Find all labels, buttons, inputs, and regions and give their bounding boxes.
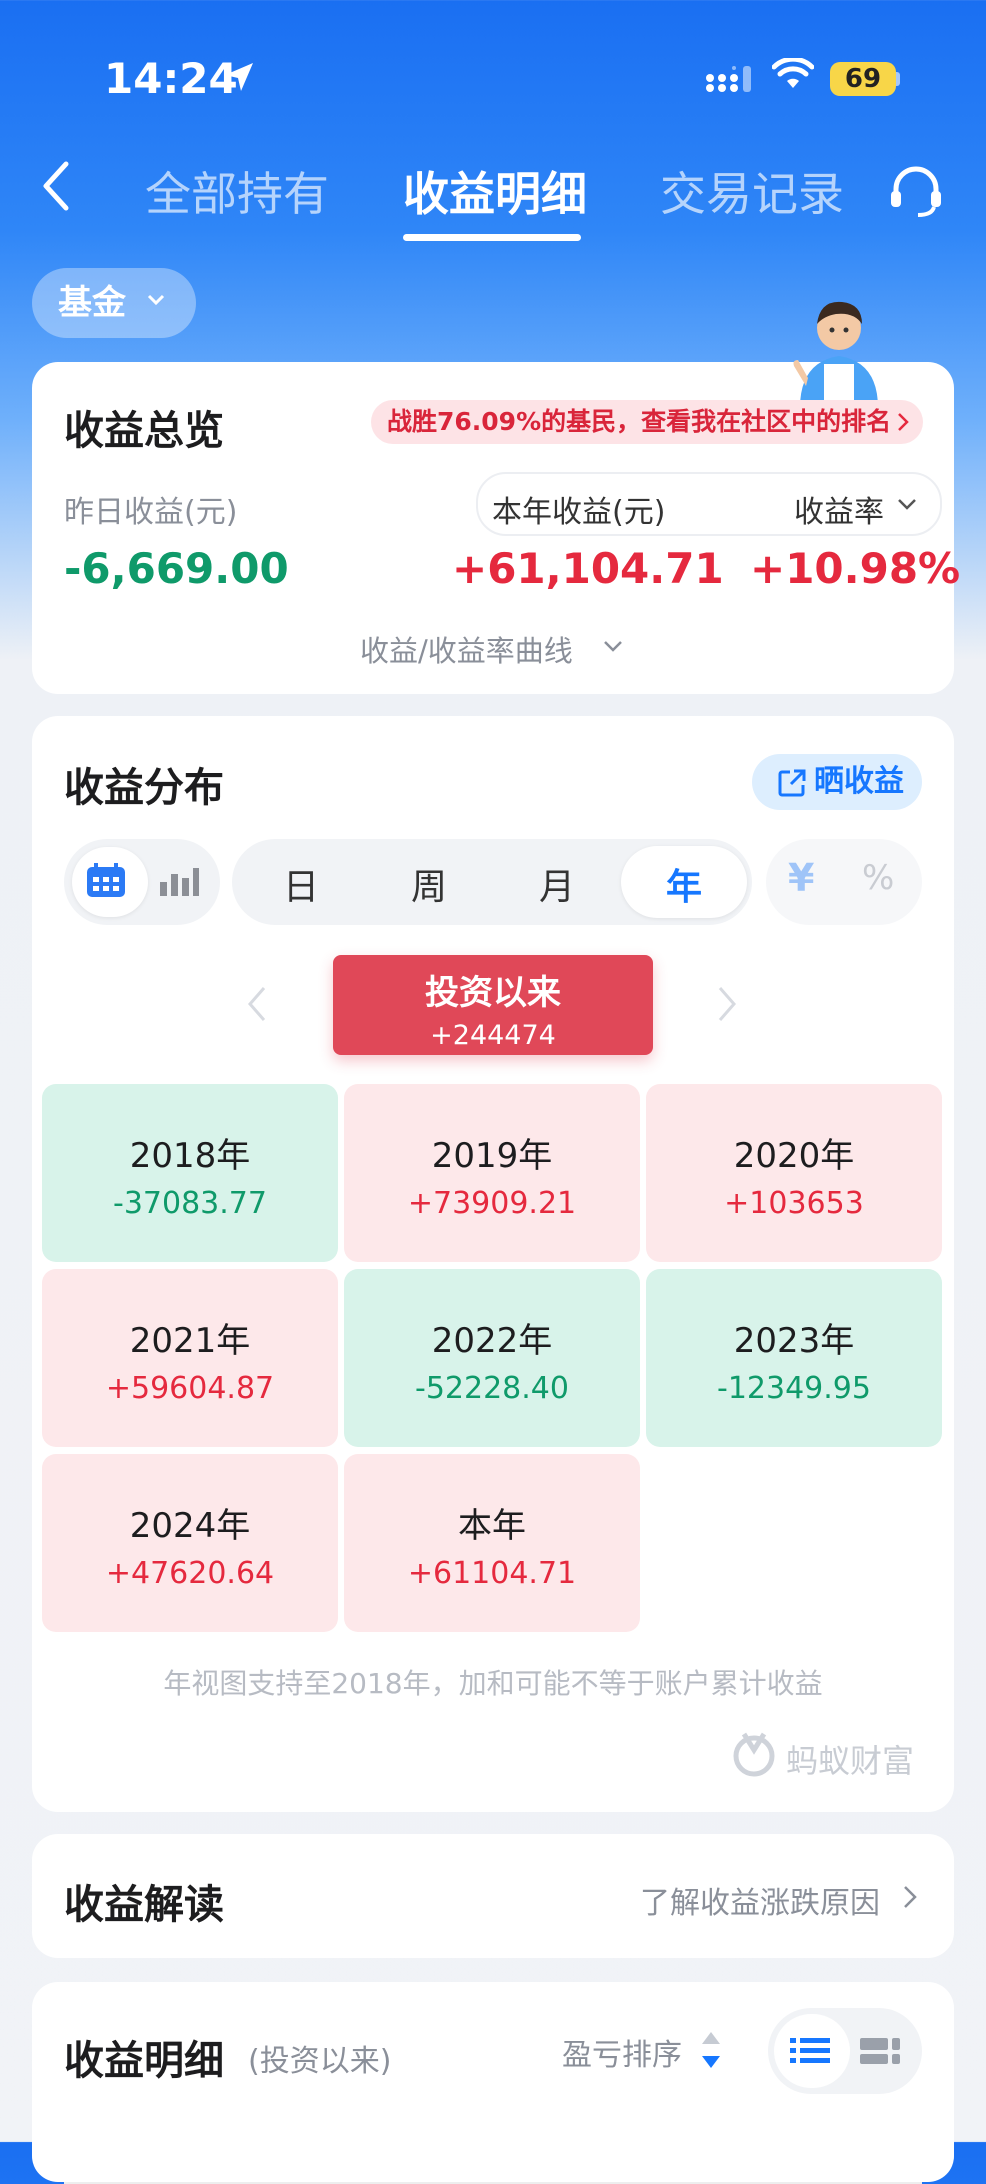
since-inception-value: +244474 [430, 1020, 556, 1051]
year-value: -52228.40 [415, 1371, 569, 1406]
year-label: 2022年 [431, 1321, 553, 1361]
year-profit-value: +61,104.71 [452, 544, 724, 593]
sort-button[interactable]: 盈亏排序 [562, 2030, 682, 2074]
curve-toggle-link[interactable]: 收益/收益率曲线 [360, 628, 573, 670]
detail-title: 收益明细 [64, 2038, 224, 2084]
bar-chart-icon[interactable] [158, 864, 200, 898]
chevron-down-icon [604, 641, 622, 652]
year-label: 2021年 [129, 1321, 251, 1361]
mascot-illustration [793, 301, 878, 408]
year-cell[interactable]: 2022年 -52228.40 [344, 1269, 640, 1447]
profit-rate-value: +10.98% [750, 544, 961, 593]
sort-arrows-icon [702, 2032, 720, 2068]
year-label: 2023年 [733, 1321, 855, 1361]
year-value: +73909.21 [407, 1186, 577, 1221]
overview-title: 收益总览 [64, 408, 224, 454]
since-inception-card[interactable]: 投资以来 +244474 [333, 955, 653, 1055]
year-cell[interactable]: 2024年 +47620.64 [42, 1454, 338, 1632]
period-year[interactable]: 年 [621, 858, 747, 910]
detail-subtitle: (投资以来) [248, 2044, 392, 2079]
year-view-note: 年视图支持至2018年，加和可能不等于账户累计收益 [163, 1667, 823, 1700]
chevron-right-icon [898, 413, 909, 431]
ant-fortune-logo-icon [733, 1732, 775, 1777]
period-month[interactable]: 月 [494, 858, 620, 910]
battery-cap [896, 72, 900, 86]
back-icon[interactable] [38, 160, 74, 212]
year-value: +59604.87 [105, 1371, 275, 1406]
card-view-icon[interactable] [860, 2036, 902, 2066]
tab-all-holdings[interactable]: 全部持有 [145, 158, 329, 224]
battery-indicator: 69 [830, 62, 896, 96]
chevron-down-icon [898, 499, 916, 510]
year-label: 2020年 [733, 1136, 855, 1176]
list-icon [790, 2038, 830, 2063]
tab-profit-detail[interactable]: 收益明细 [403, 158, 587, 224]
profit-rate-label: 收益率 [794, 495, 884, 530]
year-cell[interactable]: 本年 +61104.71 [344, 1454, 640, 1632]
year-value: +47620.64 [105, 1556, 275, 1591]
active-tab-underline [403, 234, 581, 241]
community-rank-banner[interactable]: 战胜76.09%的基民，查看我在社区中的排名 [371, 400, 923, 444]
fund-filter-dropdown[interactable]: 基金 [32, 268, 196, 338]
interpret-link[interactable]: 了解收益涨跌原因 [640, 1878, 880, 1922]
year-value: -12349.95 [717, 1371, 871, 1406]
year-label: 2019年 [431, 1136, 553, 1176]
unit-percent[interactable]: % [862, 858, 894, 898]
interpret-title: 收益解读 [64, 1882, 224, 1928]
ant-fortune-brand: 蚂蚁财富 [786, 1742, 915, 1780]
year-label: 2018年 [129, 1136, 251, 1176]
year-cell[interactable]: 2023年 -12349.95 [646, 1269, 942, 1447]
chevron-right-icon [904, 1886, 917, 1908]
year-cell[interactable]: 2021年 +59604.87 [42, 1269, 338, 1447]
year-cell[interactable]: 2020年 +103653 [646, 1084, 942, 1262]
year-value: +103653 [724, 1186, 864, 1221]
status-time: 14:24 [104, 54, 238, 103]
signal-icon [706, 66, 751, 92]
chevron-left-icon[interactable] [246, 985, 268, 1023]
tab-transactions[interactable]: 交易记录 [660, 158, 844, 224]
period-week[interactable]: 周 [366, 858, 492, 910]
since-inception-title: 投资以来 [425, 973, 561, 1013]
yesterday-profit-value: -6,669.00 [64, 544, 289, 593]
year-label: 2024年 [129, 1506, 251, 1546]
wifi-icon [772, 58, 814, 88]
year-value: -37083.77 [113, 1186, 267, 1221]
calendar-icon [87, 863, 125, 897]
year-label: 本年 [458, 1506, 526, 1546]
chevron-down-icon [147, 294, 165, 306]
period-day[interactable]: 日 [238, 858, 364, 910]
unit-yuan[interactable]: ¥ [788, 856, 814, 900]
year-profit-label: 本年收益(元) [492, 495, 666, 530]
yesterday-profit-label: 昨日收益(元) [64, 495, 238, 530]
customer-service-icon[interactable] [888, 165, 944, 219]
location-arrow-icon [225, 63, 253, 91]
distribution-title: 收益分布 [64, 765, 224, 811]
year-cell[interactable]: 2018年 -37083.77 [42, 1084, 338, 1262]
chevron-right-icon[interactable] [716, 985, 738, 1023]
year-cell[interactable]: 2019年 +73909.21 [344, 1084, 640, 1262]
year-value: +61104.71 [407, 1556, 577, 1591]
share-icon [778, 769, 806, 797]
